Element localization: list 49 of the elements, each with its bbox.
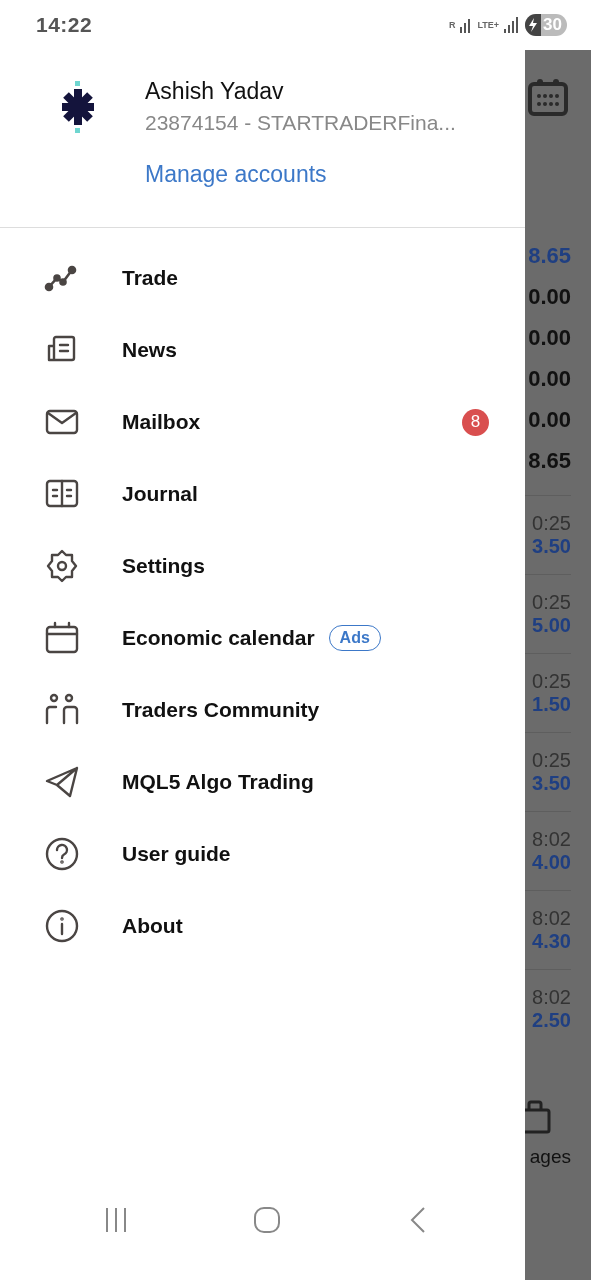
row-time: 8:02 [532, 828, 571, 851]
account-number: 23874154 - STARTRADERFina... [145, 111, 456, 135]
menu-item[interactable]: Traders Community [0, 674, 525, 746]
settings-icon [44, 548, 80, 584]
menu-item[interactable]: Settings [0, 530, 525, 602]
manage-accounts-link[interactable]: Manage accounts [145, 161, 456, 188]
battery-indicator: 30 [525, 14, 567, 36]
paper-plane-icon [44, 764, 80, 800]
menu-item[interactable]: User guide [0, 818, 525, 890]
row-price: 2.50 [532, 1009, 571, 1032]
menu-item[interactable]: News [0, 314, 525, 386]
clock: 14:22 [36, 13, 94, 37]
info-icon [44, 908, 80, 944]
row-time: 8:02 [532, 907, 571, 930]
bag-icon [525, 1098, 551, 1134]
signal-icon [460, 17, 473, 33]
row-time: 0:25 [532, 670, 571, 693]
menu-item[interactable]: Mailbox 8 [0, 386, 525, 458]
row-price: 1.50 [532, 693, 571, 716]
tab-label: ages [529, 1146, 571, 1168]
roaming-indicator: R [449, 20, 456, 30]
summary-value: 8.65 [528, 242, 571, 270]
summary-value: 0.00 [528, 283, 571, 311]
account-name: Ashish Yadav [145, 78, 285, 105]
summary-value: 0.00 [528, 406, 571, 434]
row-price: 4.00 [532, 851, 571, 874]
row-time: 0:25 [532, 512, 571, 535]
row-price: 3.50 [532, 535, 571, 558]
calendar-icon [528, 77, 568, 117]
row-price: 3.50 [532, 772, 571, 795]
menu-item[interactable]: Trade [0, 242, 525, 314]
row-price: 4.30 [532, 930, 571, 953]
home-button[interactable] [252, 1205, 283, 1235]
summary-value: 0.00 [528, 365, 571, 393]
help-icon [44, 836, 80, 872]
row-time: 0:25 [532, 749, 571, 772]
menu-item[interactable]: Journal [0, 458, 525, 530]
menu-item[interactable]: Economic calendar Ads [0, 602, 525, 674]
summary-value: 8.65 [528, 447, 571, 475]
row-price: 5.00 [532, 614, 571, 637]
row-time: 0:25 [532, 591, 571, 614]
unread-count: 8 [462, 408, 489, 436]
summary-value: 0.00 [528, 324, 571, 352]
signal-icon [504, 17, 521, 33]
calendar-icon [44, 620, 80, 656]
network-type: LTE+ [477, 20, 500, 30]
menu-item[interactable]: MQL5 Algo Trading [0, 746, 525, 818]
menu-item[interactable]: About [0, 890, 525, 962]
row-time: 8:02 [532, 986, 571, 1009]
